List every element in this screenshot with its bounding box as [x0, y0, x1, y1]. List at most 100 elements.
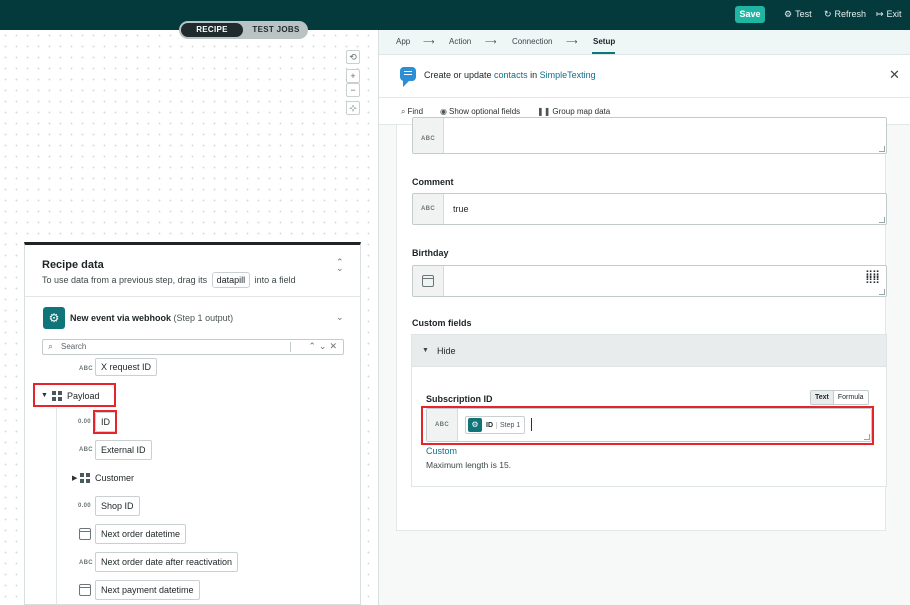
arrow-right-icon: ⟶: [423, 37, 435, 46]
datapill-next-order-datetime[interactable]: Next order datetime: [95, 524, 187, 544]
custom-fields-toggle[interactable]: ▼ Hide: [412, 335, 886, 367]
reset-icon: ⟲: [349, 52, 357, 62]
optional-label: Show optional fields: [448, 107, 521, 116]
refresh-button[interactable]: ↻ Refresh: [824, 8, 866, 21]
max-length-hint: Maximum length is 15.: [426, 460, 512, 470]
birthday-label: Birthday: [412, 248, 449, 258]
search-placeholder: Search: [61, 342, 87, 351]
search-icon: ⌕: [48, 341, 54, 351]
object-grid-icon: [80, 473, 90, 483]
search-icon: ⌕: [401, 107, 406, 116]
datapill-external-id[interactable]: External ID: [95, 440, 152, 460]
tab-recipe[interactable]: RECIPE: [181, 23, 243, 37]
mode-formula-button[interactable]: Formula: [832, 391, 868, 404]
header-link-simpletexting[interactable]: SimpleTexting: [540, 70, 596, 80]
custom-fields-label: Custom fields: [412, 318, 472, 328]
step-header-title: Create or update contacts in SimpleTexti…: [424, 70, 596, 80]
comment-input[interactable]: ABC true: [412, 193, 887, 225]
tree-group-customer[interactable]: Customer: [95, 473, 134, 483]
input-mode-toggle: Text Formula: [810, 390, 869, 405]
highlight-id: [93, 410, 117, 434]
datapill-x-request-id[interactable]: X request ID: [95, 358, 158, 376]
fit-view-button[interactable]: ⊹: [346, 101, 360, 115]
calendar-icon: [79, 528, 91, 540]
step-title[interactable]: New event via webhook (Step 1 output): [70, 313, 233, 323]
close-icon[interactable]: ✕: [889, 67, 900, 83]
exit-button[interactable]: ↦ Exit: [876, 8, 902, 21]
type-tag: ABC: [413, 118, 444, 153]
type-tag: 0.00: [78, 419, 91, 425]
find-button[interactable]: ⌕ Find: [401, 107, 423, 117]
header-text: Create or update: [424, 70, 495, 80]
custom-link[interactable]: Custom: [426, 446, 457, 456]
breadcrumb: App ⟶ Action ⟶ Connection ⟶ Setup: [379, 30, 910, 55]
step-header: Create or update contacts in SimpleTexti…: [379, 55, 910, 98]
zoom-out-icon: −: [350, 85, 356, 95]
search-nav-controls[interactable]: ⌃⌄✕: [308, 341, 340, 352]
active-step-indicator: [592, 52, 615, 54]
type-tag: ABC: [413, 194, 444, 224]
step-config-panel: App ⟶ Action ⟶ Connection ⟶ Setup Create…: [378, 30, 910, 605]
test-button[interactable]: ⚙ Test: [784, 8, 812, 21]
type-tag: ABC: [79, 560, 93, 566]
exit-icon: ↦: [876, 9, 884, 19]
datapill-next-order-date-after-reactivation[interactable]: Next order date after reactivation: [95, 552, 239, 572]
mode-text-button[interactable]: Text: [811, 391, 833, 404]
recipe-data-subtitle: To use data from a previous step, drag i…: [42, 272, 296, 288]
zoom-in-button[interactable]: +: [346, 69, 360, 83]
tab-test-jobs[interactable]: TEST JOBS: [247, 23, 305, 37]
divider: [290, 342, 291, 352]
show-optional-fields-button[interactable]: ◉ Show optional fields: [440, 107, 520, 116]
breadcrumb-connection[interactable]: Connection: [512, 37, 552, 46]
reset-zoom-button[interactable]: ⟲: [346, 50, 360, 64]
tree-guide-line: [56, 408, 57, 605]
group-label: Group map data: [552, 107, 611, 116]
subtitle-text-end: into a field: [254, 275, 296, 285]
eye-icon: ◉: [440, 107, 447, 116]
search-input[interactable]: ⌕ Search ⌃⌄✕: [42, 339, 344, 355]
subtitle-text: To use data from a previous step, drag i…: [42, 275, 208, 285]
highlight-payload: [33, 383, 116, 407]
highlight-subscription-id: [421, 406, 874, 445]
datapill-next-payment-datetime[interactable]: Next payment datetime: [95, 580, 200, 600]
subscription-id-label: Subscription ID: [426, 394, 493, 404]
type-tag: ABC: [79, 447, 93, 453]
divider: [25, 296, 360, 297]
refresh-icon: ↻: [824, 9, 832, 19]
breadcrumb-action[interactable]: Action: [449, 37, 471, 46]
breadcrumb-setup[interactable]: Setup: [593, 37, 615, 46]
field-previous-input[interactable]: ABC: [412, 117, 887, 154]
recipe-data-panel: Recipe data To use data from a previous …: [24, 242, 361, 605]
birthday-input[interactable]: ⠿⠿ ⠿⠿: [412, 265, 887, 297]
expand-collapse-icon[interactable]: ⌃ ⌄: [336, 258, 344, 273]
breadcrumb-app[interactable]: App: [396, 37, 410, 46]
resize-handle[interactable]: [879, 217, 885, 223]
type-tag: 0.00: [78, 503, 91, 509]
step-suffix: (Step 1 output): [173, 313, 234, 323]
group-map-data-button[interactable]: ❚❚ Group map data: [537, 107, 610, 116]
caret-down-icon: ▼: [422, 347, 429, 354]
arrow-right-icon: ⟶: [566, 37, 578, 46]
keypad-icon[interactable]: ⠿⠿ ⠿⠿: [865, 271, 880, 287]
gear-icon: ⚙: [784, 9, 793, 19]
resize-handle[interactable]: [879, 146, 885, 152]
zoom-in-icon: +: [350, 71, 356, 81]
resize-handle[interactable]: [879, 289, 885, 295]
calendar-type-tag: [413, 266, 444, 296]
datapill-shop-id[interactable]: Shop ID: [95, 496, 140, 516]
group-icon: ❚❚: [537, 107, 551, 116]
zoom-out-button[interactable]: −: [346, 83, 360, 97]
type-tag: ABC: [79, 366, 93, 372]
arrow-right-icon: ⟶: [485, 37, 497, 46]
recipe-data-title: Recipe data: [42, 259, 104, 271]
caret-right-icon[interactable]: ▶: [72, 474, 77, 482]
hide-label: Hide: [437, 346, 456, 356]
header-link-contacts[interactable]: contacts: [494, 70, 528, 80]
chevron-down-icon[interactable]: ⌄: [336, 312, 344, 323]
comment-label: Comment: [412, 177, 454, 187]
fit-icon: ⊹: [349, 103, 357, 113]
save-button[interactable]: Save: [735, 6, 765, 23]
step-name: New event via webhook: [70, 313, 172, 323]
webhook-icon: ⚙: [43, 307, 65, 329]
refresh-label: Refresh: [834, 9, 867, 19]
